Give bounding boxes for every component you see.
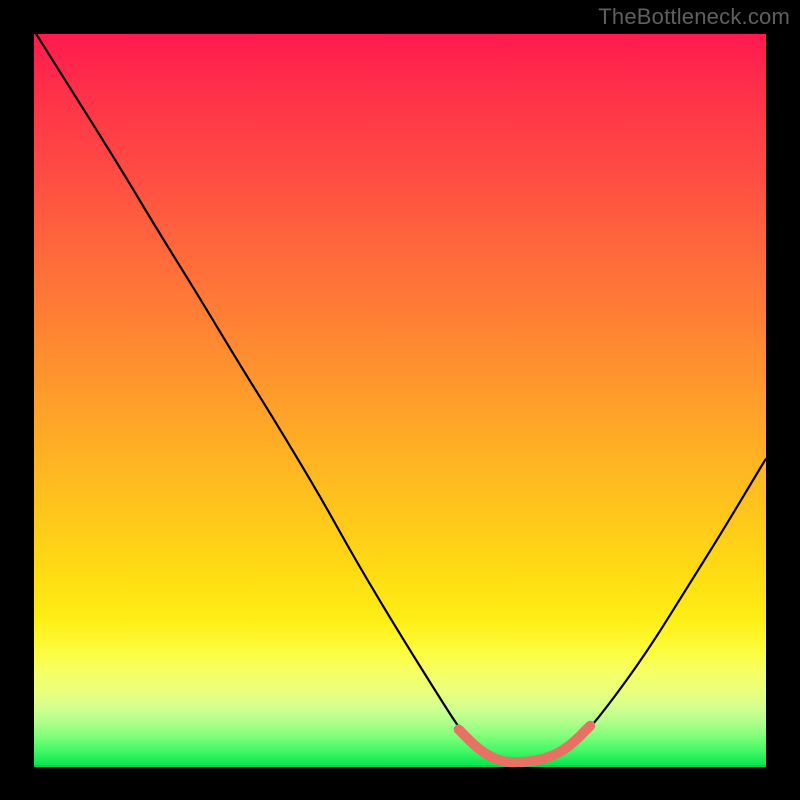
highlight-segment: [459, 726, 591, 763]
chart-frame: TheBottleneck.com: [0, 0, 800, 800]
curve-layer: [34, 34, 766, 766]
main-curve: [36, 34, 766, 761]
plot-area: [34, 34, 766, 766]
watermark-text: TheBottleneck.com: [598, 4, 790, 30]
